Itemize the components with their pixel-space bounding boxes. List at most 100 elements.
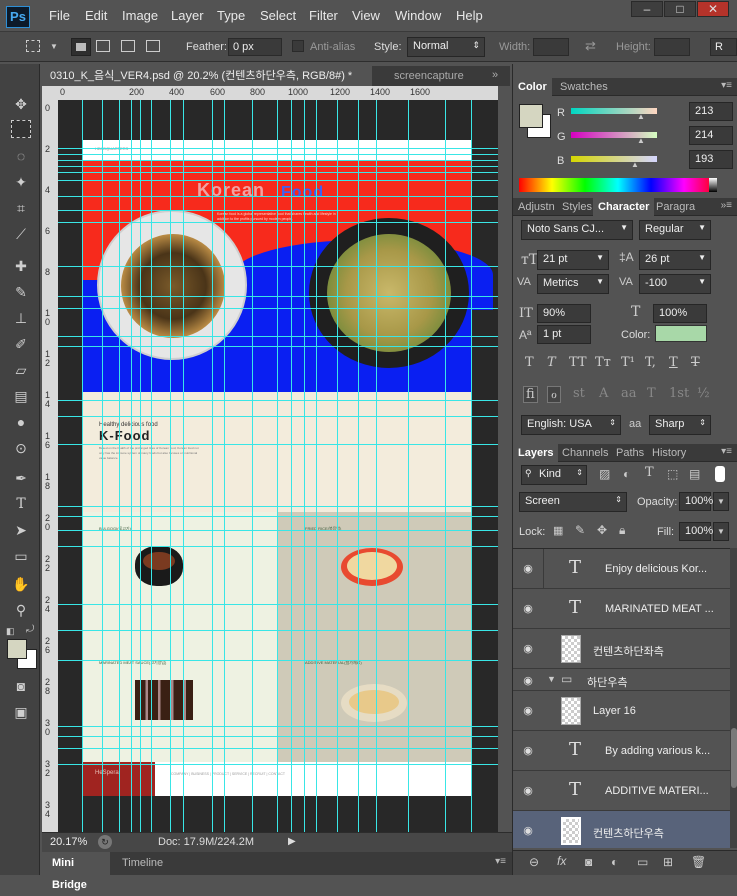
layer-row[interactable]: ◉ T ADDITIVE MATERI... xyxy=(513,771,730,811)
screen-mode-icon[interactable]: ▣ xyxy=(10,702,32,722)
horizontal-guide[interactable] xyxy=(58,210,498,211)
discretionary-lig-button[interactable]: st xyxy=(573,386,585,401)
lock-position-icon[interactable]: ✥ xyxy=(597,523,607,537)
new-selection-icon[interactable] xyxy=(71,38,91,56)
menu-view[interactable]: View xyxy=(352,8,380,23)
style-select[interactable]: Normal ⇕ xyxy=(407,37,485,57)
folder-icon[interactable]: ▭ xyxy=(637,855,648,869)
zoom-tool-icon[interactable]: ⚲ xyxy=(10,600,32,620)
tab-paths[interactable]: Paths xyxy=(611,444,649,462)
tab-swatches[interactable]: Swatches xyxy=(555,78,613,96)
magic-wand-icon[interactable]: ✦ xyxy=(10,172,32,192)
swap-colors-icon[interactable]: ⤾ xyxy=(26,624,34,635)
kerning-select[interactable]: Metrics ▼ xyxy=(537,274,609,294)
lasso-tool-icon[interactable]: ◌ xyxy=(10,146,32,166)
horizontal-guide[interactable] xyxy=(58,154,498,155)
visibility-eye-icon[interactable]: ◉ xyxy=(521,744,535,757)
menu-select[interactable]: Select xyxy=(260,8,296,23)
eyedropper-icon[interactable]: ⟋ xyxy=(10,224,32,244)
tab-history[interactable]: History xyxy=(647,444,691,462)
height-input[interactable] xyxy=(654,38,690,56)
horizontal-guide[interactable] xyxy=(58,160,498,161)
fx-icon[interactable]: fx xyxy=(557,854,566,868)
menu-file[interactable]: File xyxy=(49,8,70,23)
vertical-scale-input[interactable]: 90% xyxy=(537,304,591,323)
g-value-input[interactable]: 214 xyxy=(689,126,733,145)
antialias-checkbox[interactable] xyxy=(292,40,304,52)
horizontal-guide[interactable] xyxy=(58,506,498,507)
tab-screencapture[interactable]: screencapture xyxy=(386,66,482,86)
tab-timeline[interactable]: Timeline xyxy=(114,852,163,875)
horizontal-guide[interactable] xyxy=(58,726,498,727)
subscript-button[interactable]: T, xyxy=(645,355,656,370)
menu-help[interactable]: Help xyxy=(456,8,483,23)
filter-smart-object-icon[interactable]: ▤ xyxy=(689,467,700,481)
horizontal-guide[interactable] xyxy=(58,604,498,605)
dodge-tool-icon[interactable]: ⊙ xyxy=(10,438,32,458)
spectrum-bw[interactable] xyxy=(709,178,717,192)
clone-stamp-icon[interactable]: ⊥ xyxy=(10,308,32,328)
strikethrough-button[interactable]: T xyxy=(691,355,700,370)
tab-styles[interactable]: Styles xyxy=(557,198,597,216)
small-caps-button[interactable]: Tт xyxy=(595,355,611,370)
lock-transparency-icon[interactable]: ▦ xyxy=(553,524,563,537)
horizontal-guide[interactable] xyxy=(58,308,498,309)
visibility-eye-icon[interactable]: ◉ xyxy=(521,562,535,575)
tab-current-document[interactable]: 0310_K_음식_VER4.psd @ 20.2% (컨텐츠하단우측, RGB… xyxy=(42,66,372,86)
layer-filter-select[interactable]: Kind ⚲ ⇕ xyxy=(521,465,587,485)
panel-menu-icon[interactable]: ▾≡ xyxy=(721,80,732,91)
layer-row-selected[interactable]: ◉ 컨텐츠하단우측 xyxy=(513,811,730,848)
subtract-selection-icon[interactable] xyxy=(121,40,135,52)
status-arrow-icon[interactable]: ▶ xyxy=(288,836,296,847)
language-select[interactable]: English: USA ⇕ xyxy=(521,415,621,435)
horizontal-guide[interactable] xyxy=(58,630,498,631)
ordinals-button[interactable]: 1st xyxy=(669,386,689,401)
fractions-button[interactable]: ½ xyxy=(697,386,710,401)
slider-thumb-icon[interactable]: ▲ xyxy=(637,136,645,145)
hand-tool-icon[interactable]: ✋ xyxy=(10,574,32,594)
minimize-button[interactable]: – xyxy=(631,1,663,17)
layer-row[interactable]: ◉ Layer 16 xyxy=(513,691,730,731)
leading-select[interactable]: 26 pt ▼ xyxy=(639,250,711,270)
font-family-select[interactable]: Noto Sans CJ... ▼ xyxy=(521,220,633,240)
tab-layers[interactable]: Layers xyxy=(513,444,559,462)
horizontal-guide[interactable] xyxy=(58,764,498,765)
visibility-eye-icon[interactable]: ◉ xyxy=(521,824,535,837)
lock-pixels-icon[interactable]: ✎ xyxy=(575,523,585,537)
intersect-selection-icon[interactable] xyxy=(146,40,160,52)
trash-icon[interactable]: 🗑︎ xyxy=(691,855,706,869)
horizontal-guide[interactable] xyxy=(58,222,498,223)
filter-pixel-icon[interactable]: ▨ xyxy=(599,467,610,481)
maximize-button[interactable]: □ xyxy=(664,1,696,17)
horizontal-guide[interactable] xyxy=(58,748,498,749)
shape-tool-icon[interactable]: ▭ xyxy=(10,546,32,566)
lock-all-icon[interactable]: 🔒︎ xyxy=(619,523,625,538)
gradient-tool-icon[interactable]: ▤ xyxy=(10,386,32,406)
expand-triangle-icon[interactable]: ▼ xyxy=(547,674,556,684)
brush-tool-icon[interactable]: ✎ xyxy=(10,282,32,302)
swap-icon[interactable]: ⇄ xyxy=(585,38,596,54)
ligature-button[interactable]: fi xyxy=(523,386,538,403)
menu-edit[interactable]: Edit xyxy=(85,8,107,23)
visibility-eye-icon[interactable]: ◉ xyxy=(521,674,535,687)
width-input[interactable] xyxy=(533,38,569,56)
opacity-dropdown-icon[interactable]: ▼ xyxy=(713,492,729,511)
superscript-button[interactable]: T¹ xyxy=(621,355,635,370)
new-layer-icon[interactable]: ⊞ xyxy=(663,855,673,869)
zoom-level[interactable]: 20.17% xyxy=(50,836,87,848)
baseline-shift-input[interactable]: 1 pt xyxy=(537,325,591,344)
add-selection-icon[interactable] xyxy=(96,40,110,52)
horizontal-guide[interactable] xyxy=(58,180,498,181)
font-size-select[interactable]: 21 pt ▼ xyxy=(537,250,609,270)
horizontal-guide[interactable] xyxy=(58,296,498,297)
b-value-input[interactable]: 193 xyxy=(689,150,733,169)
layer-row[interactable]: ◉ T By adding various k... xyxy=(513,731,730,771)
b-slider[interactable] xyxy=(571,156,657,162)
foreground-color-swatch[interactable] xyxy=(7,639,27,659)
horizontal-guide[interactable] xyxy=(58,196,498,197)
menu-window[interactable]: Window xyxy=(395,8,441,23)
marquee-tool-preset-icon[interactable] xyxy=(26,40,40,52)
all-caps-button[interactable]: TT xyxy=(569,355,587,370)
tabs-overflow-icon[interactable]: » xyxy=(492,69,498,81)
panel-menu-icon[interactable]: ▾≡ xyxy=(495,856,506,867)
